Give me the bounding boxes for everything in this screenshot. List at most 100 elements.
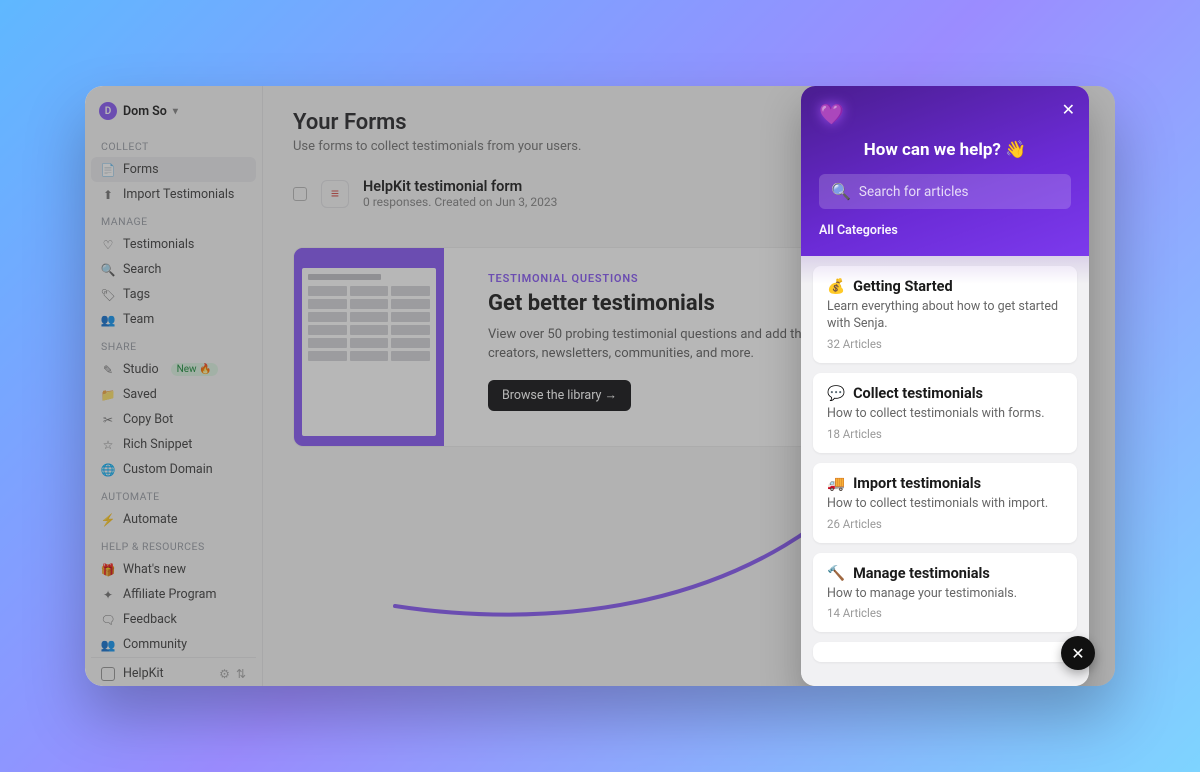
- row-checkbox[interactable]: [293, 187, 307, 201]
- sidebar-item-copy-bot[interactable]: ✂ Copy Bot: [91, 407, 256, 432]
- gear-icon[interactable]: ⚙: [219, 667, 230, 681]
- help-search[interactable]: 🔍: [819, 174, 1071, 209]
- expand-icon[interactable]: ⇅: [236, 667, 246, 681]
- sidebar: D Dom So ▾ COLLECT 📄 Forms ⬆ Import Test…: [85, 86, 263, 686]
- bolt-icon: ⚡: [101, 513, 115, 527]
- globe-icon: 🌐: [101, 463, 115, 477]
- promo-thumbnail: [294, 248, 444, 446]
- category-meta: 18 Articles: [827, 427, 1063, 441]
- sidebar-item-label: Affiliate Program: [123, 587, 216, 602]
- user-name: Dom So: [123, 104, 167, 119]
- sidebar-item-tags[interactable]: 🏷 Tags: [91, 282, 256, 307]
- category-desc: How to collect testimonials with import.: [827, 496, 1063, 513]
- folder-icon: 📁: [101, 388, 115, 402]
- scissors-icon: ✂: [101, 413, 115, 427]
- category-desc: How to collect testimonials with forms.: [827, 406, 1063, 423]
- star-icon: ☆: [101, 438, 115, 452]
- help-widget-toggle-button[interactable]: ✕: [1061, 636, 1095, 670]
- sidebar-item-testimonials[interactable]: ♡ Testimonials: [91, 232, 256, 257]
- sidebar-item-team[interactable]: 👥 Team: [91, 307, 256, 332]
- form-title: HelpKit testimonial form: [363, 178, 557, 195]
- category-meta: 32 Articles: [827, 337, 1063, 351]
- sidebar-item-label: Forms: [123, 162, 159, 177]
- chat-icon: 🗨: [101, 613, 115, 627]
- category-desc: How to manage your testimonials.: [827, 586, 1063, 603]
- category-icon: 🔨: [827, 565, 845, 582]
- help-search-input[interactable]: [859, 184, 1059, 200]
- section-share: SHARE: [91, 332, 256, 357]
- category-import-testimonials[interactable]: 🚚 Import testimonials How to collect test…: [813, 463, 1077, 543]
- avatar: D: [99, 102, 117, 120]
- sidebar-item-label: Import Testimonials: [123, 187, 234, 202]
- category-desc: Learn everything about how to get starte…: [827, 299, 1063, 333]
- form-icon: ≡: [321, 180, 349, 208]
- app-window: D Dom So ▾ COLLECT 📄 Forms ⬆ Import Test…: [85, 86, 1115, 686]
- sidebar-item-label: Rich Snippet: [123, 437, 192, 452]
- help-widget: 💜 ✕ How can we help? 👋 🔍 All Categories …: [801, 86, 1089, 686]
- help-all-categories[interactable]: All Categories: [819, 223, 1071, 238]
- sidebar-footer[interactable]: HelpKit ⚙ ⇅: [91, 657, 256, 686]
- sidebar-item-label: Automate: [123, 512, 178, 527]
- sidebar-item-label: Search: [123, 262, 161, 277]
- people-icon: 👥: [101, 638, 115, 652]
- sidebar-item-whats-new[interactable]: 🎁 What's new: [91, 557, 256, 582]
- sparkle-icon: ✦: [101, 588, 115, 602]
- sidebar-item-automate[interactable]: ⚡ Automate: [91, 507, 256, 532]
- category-meta: 26 Articles: [827, 517, 1063, 531]
- heart-icon: ♡: [101, 238, 115, 252]
- new-badge: New 🔥: [171, 363, 218, 376]
- sidebar-item-label: What's new: [123, 562, 186, 577]
- sidebar-item-forms[interactable]: 📄 Forms: [91, 157, 256, 182]
- sidebar-item-label: Saved: [123, 387, 157, 402]
- sidebar-item-label: Testimonials: [123, 237, 194, 252]
- sidebar-item-label: Team: [123, 312, 154, 327]
- sidebar-item-studio[interactable]: ✎ Studio New 🔥: [91, 357, 256, 382]
- section-automate: AUTOMATE: [91, 482, 256, 507]
- sidebar-item-feedback[interactable]: 🗨 Feedback: [91, 607, 256, 632]
- category-title: Manage testimonials: [853, 565, 990, 582]
- forms-icon: 📄: [101, 163, 115, 177]
- category-icon: 🚚: [827, 475, 845, 492]
- form-meta: 0 responses. Created on Jun 3, 2023: [363, 195, 557, 209]
- sidebar-item-label: Community: [123, 637, 187, 652]
- footer-label: HelpKit: [123, 666, 164, 681]
- gift-icon: 🎁: [101, 563, 115, 577]
- section-collect: COLLECT: [91, 132, 256, 157]
- sidebar-item-saved[interactable]: 📁 Saved: [91, 382, 256, 407]
- category-title: Import testimonials: [853, 475, 981, 492]
- category-title: Getting Started: [853, 278, 953, 295]
- heart-logo-icon: 💜: [819, 102, 844, 126]
- sidebar-item-affiliate[interactable]: ✦ Affiliate Program: [91, 582, 256, 607]
- import-icon: ⬆: [101, 188, 115, 202]
- section-manage: MANAGE: [91, 207, 256, 232]
- help-close-button[interactable]: ✕: [1062, 100, 1075, 119]
- category-icon: 💬: [827, 385, 845, 402]
- search-icon: 🔍: [101, 263, 115, 277]
- user-menu[interactable]: D Dom So ▾: [91, 98, 256, 132]
- category-getting-started[interactable]: 💰 Getting Started Learn everything about …: [813, 266, 1077, 363]
- category-title: Collect testimonials: [853, 385, 983, 402]
- category-manage-testimonials[interactable]: 🔨 Manage testimonials How to manage your …: [813, 553, 1077, 633]
- category-icon: 💰: [827, 278, 845, 295]
- sidebar-item-custom-domain[interactable]: 🌐 Custom Domain: [91, 457, 256, 482]
- sidebar-item-search[interactable]: 🔍 Search: [91, 257, 256, 282]
- tag-icon: 🏷: [101, 288, 115, 302]
- help-title: How can we help? 👋: [819, 140, 1071, 160]
- sidebar-item-label: Studio: [123, 362, 159, 377]
- category-collect-testimonials[interactable]: 💬 Collect testimonials How to collect tes…: [813, 373, 1077, 453]
- team-icon: 👥: [101, 313, 115, 327]
- sidebar-item-label: Custom Domain: [123, 462, 213, 477]
- help-header: 💜 ✕ How can we help? 👋 🔍 All Categories: [801, 86, 1089, 256]
- sidebar-item-import-testimonials[interactable]: ⬆ Import Testimonials: [91, 182, 256, 207]
- sidebar-item-label: Feedback: [123, 612, 177, 627]
- pencil-icon: ✎: [101, 363, 115, 377]
- browse-library-button[interactable]: Browse the library →: [488, 380, 631, 411]
- sidebar-item-label: Tags: [123, 287, 150, 302]
- sidebar-item-community[interactable]: 👥 Community: [91, 632, 256, 657]
- category-partial[interactable]: [813, 642, 1077, 662]
- sidebar-item-label: Copy Bot: [123, 412, 173, 427]
- help-categories-list: 💰 Getting Started Learn everything about …: [801, 256, 1089, 686]
- helpkit-logo-icon: [101, 667, 115, 681]
- sidebar-item-rich-snippet[interactable]: ☆ Rich Snippet: [91, 432, 256, 457]
- chevron-down-icon: ▾: [173, 106, 178, 117]
